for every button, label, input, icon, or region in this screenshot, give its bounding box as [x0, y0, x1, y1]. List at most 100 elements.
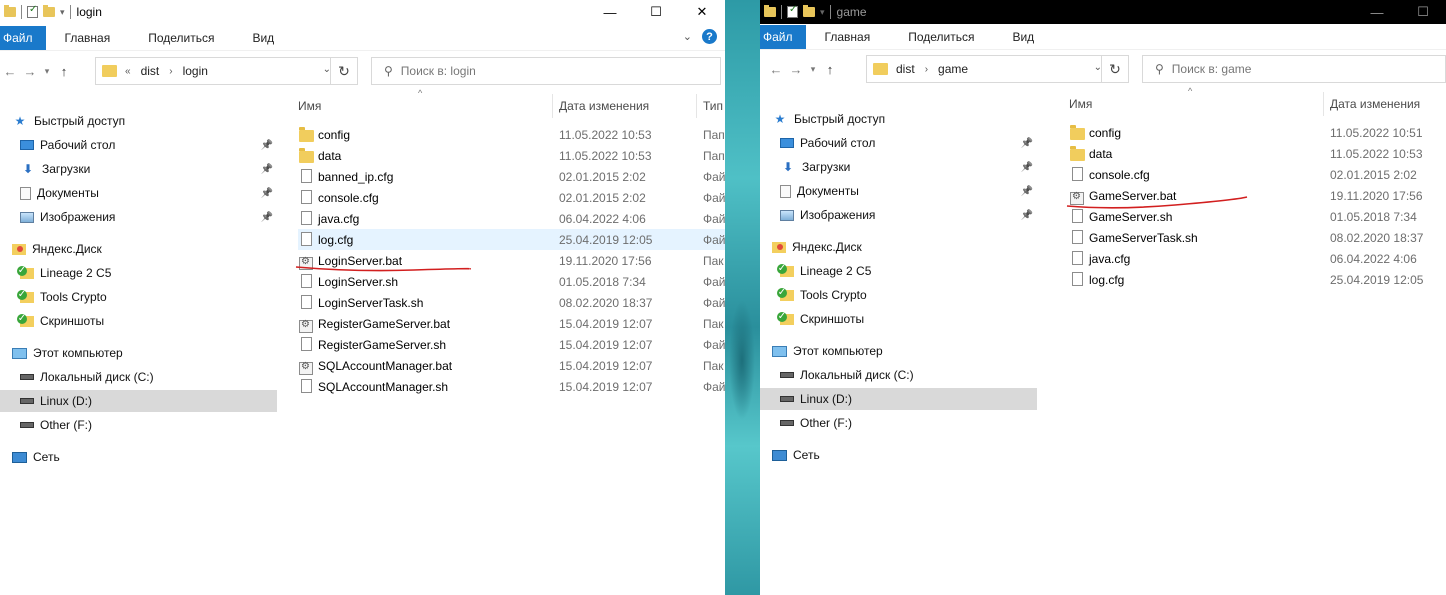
new-folder-icon[interactable] [43, 5, 55, 17]
pin-icon[interactable]: 📌 [1021, 162, 1033, 173]
sidebar-item[interactable]: Lineage 2 C5 [760, 260, 1037, 282]
sidebar-item[interactable]: Сеть [0, 446, 277, 468]
pin-icon[interactable]: 📌 [261, 164, 273, 175]
search-box[interactable]: ⚲ Поиск в: login [371, 57, 721, 85]
sidebar-item[interactable]: Этот компьютер [760, 340, 1037, 362]
file-row[interactable]: console.cfg 02.01.2015 2:02 Файл [298, 187, 725, 208]
properties-icon[interactable] [27, 4, 38, 18]
file-row[interactable]: RegisterGameServer.bat 15.04.2019 12:07 Па… [298, 313, 725, 334]
sidebar-item[interactable]: Linux (D:) [0, 390, 277, 412]
file-row[interactable]: SQLAccountManager.bat 15.04.2019 12:07 Пак [298, 355, 725, 376]
tab-share[interactable]: Поделиться [129, 31, 233, 45]
sidebar-item[interactable]: Рабочий стол 📌 [760, 132, 1037, 154]
sidebar-item[interactable]: ★ Быстрый доступ [0, 110, 277, 132]
back-button[interactable]: ← [0, 64, 20, 79]
sidebar-item[interactable]: ★ Быстрый доступ [760, 108, 1037, 130]
search-box[interactable]: ⚲ Поиск в: game [1142, 55, 1446, 83]
refresh-button[interactable]: ↻ [330, 58, 357, 84]
file-row[interactable]: java.cfg 06.04.2022 4:06 Файл [298, 208, 725, 229]
file-row[interactable]: LoginServerTask.sh 08.02.2020 18:37 Файл [298, 292, 725, 313]
pin-icon[interactable]: 📌 [1021, 186, 1033, 197]
title-bar[interactable]: ▾ login — ☐ ✕ [0, 0, 725, 24]
close-button[interactable]: ✕ [679, 0, 725, 24]
tab-view[interactable]: Вид [233, 31, 293, 45]
file-row[interactable]: RegisterGameServer.sh 15.04.2019 12:07 Фай… [298, 334, 725, 355]
breadcrumb-dist[interactable]: dist [896, 62, 915, 76]
forward-button[interactable]: → [786, 62, 806, 77]
sidebar-item[interactable]: Изображения 📌 [760, 204, 1037, 226]
recent-dropdown-icon[interactable]: ▾ [806, 64, 820, 75]
file-row[interactable]: GameServer.sh 01.05.2018 7:34 [1069, 206, 1446, 227]
sidebar-item[interactable]: Lineage 2 C5 [0, 262, 277, 284]
sidebar-item[interactable]: Linux (D:) [760, 388, 1037, 410]
file-row[interactable]: banned_ip.cfg 02.01.2015 2:02 Файл [298, 166, 725, 187]
breadcrumb-separator-icon[interactable]: › [925, 64, 928, 75]
sidebar-item[interactable]: Яндекс.Диск [0, 238, 277, 260]
new-folder-icon[interactable] [803, 5, 815, 17]
breadcrumb-separator-icon[interactable]: › [169, 66, 172, 77]
file-row[interactable]: log.cfg 25.04.2019 12:05 Файл [298, 229, 725, 250]
minimize-button[interactable]: — [1354, 0, 1400, 24]
tab-home[interactable]: Главная [806, 30, 890, 44]
sidebar-item[interactable]: Скриншоты [0, 310, 277, 332]
sidebar-item[interactable]: Сеть [760, 444, 1037, 466]
file-row[interactable]: data 11.05.2022 10:53 [1069, 143, 1446, 164]
pin-icon[interactable]: 📌 [1021, 138, 1033, 149]
minimize-button[interactable]: — [587, 0, 633, 24]
sidebar-item[interactable]: Этот компьютер [0, 342, 277, 364]
customize-dropdown-icon[interactable]: ▾ [60, 7, 65, 18]
file-row[interactable]: java.cfg 06.04.2022 4:06 [1069, 248, 1446, 269]
file-row[interactable]: SQLAccountManager.sh 15.04.2019 12:07 Файл [298, 376, 725, 397]
sidebar-item[interactable]: Документы 📌 [0, 182, 277, 204]
breadcrumb-dist[interactable]: dist [141, 64, 160, 78]
tab-share[interactable]: Поделиться [889, 30, 993, 44]
file-row[interactable]: LoginServer.sh 01.05.2018 7:34 Файл [298, 271, 725, 292]
maximize-button[interactable]: ☐ [633, 0, 679, 24]
tab-file[interactable]: Файл [760, 25, 806, 49]
column-header-name[interactable]: Имя [298, 94, 552, 118]
sidebar-item[interactable]: Скриншоты [760, 308, 1037, 330]
pin-icon[interactable]: 📌 [261, 188, 273, 199]
up-button[interactable]: ↑ [820, 62, 840, 77]
properties-icon[interactable] [787, 4, 798, 18]
sidebar-item[interactable]: Other (F:) [760, 412, 1037, 434]
tab-home[interactable]: Главная [46, 31, 130, 45]
sidebar-item[interactable]: ⬇ Загрузки 📌 [760, 156, 1037, 178]
sidebar-item[interactable]: Изображения 📌 [0, 206, 277, 228]
file-row[interactable]: data 11.05.2022 10:53 Папк [298, 145, 725, 166]
breadcrumb-game[interactable]: game [938, 62, 968, 76]
file-row[interactable]: console.cfg 02.01.2015 2:02 [1069, 164, 1446, 185]
file-row[interactable]: GameServer.bat 19.11.2020 17:56 [1069, 185, 1446, 206]
maximize-button[interactable]: ☐ [1400, 0, 1446, 24]
customize-dropdown-icon[interactable]: ▾ [820, 7, 825, 18]
sidebar-item[interactable]: Локальный диск (C:) [0, 366, 277, 388]
back-button[interactable]: ← [766, 62, 786, 77]
file-row[interactable]: GameServerTask.sh 08.02.2020 18:37 [1069, 227, 1446, 248]
column-header-date[interactable]: Дата изменения [559, 94, 695, 118]
up-button[interactable]: ↑ [54, 64, 74, 79]
sidebar-item[interactable]: ⬇ Загрузки 📌 [0, 158, 277, 180]
file-row[interactable]: config 11.05.2022 10:53 Папк [298, 124, 725, 145]
address-overflow[interactable]: « [125, 66, 131, 77]
title-bar[interactable]: ▾ game — ☐ [760, 0, 1446, 24]
sidebar-item[interactable]: Tools Crypto [760, 284, 1037, 306]
help-icon[interactable]: ? [702, 29, 717, 44]
column-header-name[interactable]: Имя [1069, 92, 1323, 116]
pin-icon[interactable]: 📌 [1021, 210, 1033, 221]
breadcrumb-login[interactable]: login [183, 64, 208, 78]
file-row[interactable]: log.cfg 25.04.2019 12:05 [1069, 269, 1446, 290]
sidebar-item[interactable]: Яндекс.Диск [760, 236, 1037, 258]
sidebar-item[interactable]: Tools Crypto [0, 286, 277, 308]
expand-ribbon-icon[interactable]: ⌄ [683, 30, 692, 43]
sidebar-item[interactable]: Документы 📌 [760, 180, 1037, 202]
sidebar-item[interactable]: Рабочий стол 📌 [0, 134, 277, 156]
tab-view[interactable]: Вид [993, 30, 1053, 44]
refresh-button[interactable]: ↻ [1101, 56, 1128, 82]
file-row[interactable]: LoginServer.bat 19.11.2020 17:56 Пак [298, 250, 725, 271]
recent-dropdown-icon[interactable]: ▾ [40, 66, 54, 77]
column-header-date[interactable]: Дата изменения [1330, 92, 1446, 116]
file-row[interactable]: config 11.05.2022 10:51 [1069, 122, 1446, 143]
tab-file[interactable]: Файл [0, 26, 46, 50]
forward-button[interactable]: → [20, 64, 40, 79]
sidebar-item[interactable]: Other (F:) [0, 414, 277, 436]
